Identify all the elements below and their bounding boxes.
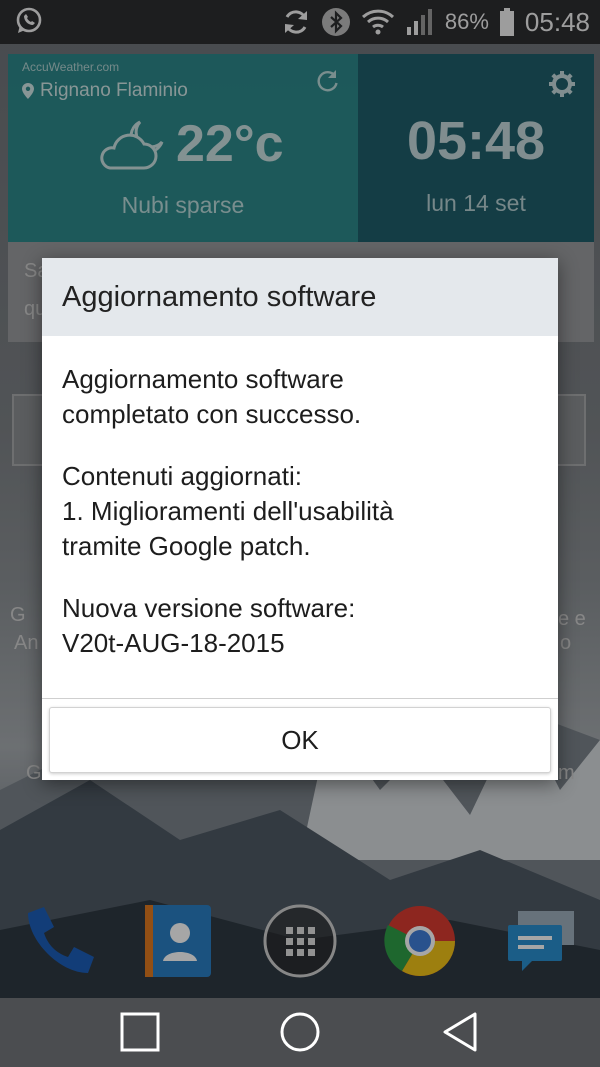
square-icon	[120, 1012, 160, 1052]
dialog-divider	[42, 698, 558, 699]
dialog-title: Aggiornamento software	[42, 258, 558, 336]
circle-icon	[280, 1012, 320, 1052]
recent-apps-button[interactable]	[110, 1006, 170, 1058]
navigation-bar	[0, 998, 600, 1067]
dialog-paragraph: Nuova versione software: V20t-AUG-18-201…	[62, 591, 538, 661]
ok-button[interactable]: OK	[49, 707, 551, 773]
dialog-text-line: Aggiornamento software	[62, 364, 344, 394]
back-button[interactable]	[430, 1006, 490, 1058]
dialog-text-line: Nuova versione software:	[62, 593, 356, 623]
home-button[interactable]	[270, 1006, 330, 1058]
back-triangle-icon	[443, 1012, 477, 1052]
dialog-paragraph: Aggiornamento software completato con su…	[62, 362, 538, 432]
dialog-text-line: V20t-AUG-18-2015	[62, 628, 285, 658]
dialog-text-line: tramite Google patch.	[62, 531, 311, 561]
dialog-paragraph: Contenuti aggiornati: 1. Miglioramenti d…	[62, 459, 538, 564]
dialog-message: Aggiornamento software completato con su…	[42, 336, 558, 661]
dialog-text-line: completato con successo.	[62, 399, 362, 429]
dialog-text-line: 1. Miglioramenti dell'usabilità	[62, 496, 394, 526]
software-update-dialog: Aggiornamento software Aggiornamento sof…	[42, 258, 558, 780]
dialog-text-line: Contenuti aggiornati:	[62, 461, 302, 491]
